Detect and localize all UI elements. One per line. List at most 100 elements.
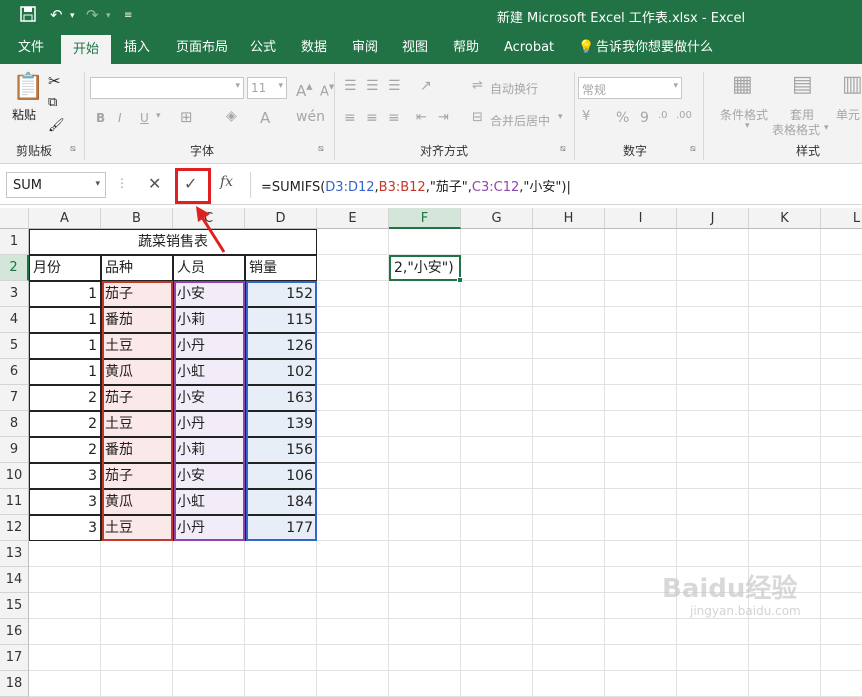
grid-cell[interactable] [677, 359, 749, 385]
grid-cell[interactable] [389, 489, 461, 515]
grid-cell[interactable] [677, 671, 749, 697]
tab-insert[interactable]: 插入 [124, 32, 150, 64]
table-data-cell[interactable]: 139 [245, 411, 317, 437]
column-header-j[interactable]: J [677, 208, 749, 229]
grid-cell[interactable] [29, 567, 101, 593]
grid-cell[interactable] [317, 541, 389, 567]
middle-align-icon[interactable]: ☰ [366, 78, 379, 94]
grid-cell[interactable] [533, 229, 605, 255]
paste-icon[interactable]: 📋 [12, 72, 44, 102]
grid-cell[interactable] [245, 567, 317, 593]
table-header-cell[interactable]: 品种 [101, 255, 173, 281]
grid-cell[interactable] [317, 359, 389, 385]
table-header-cell[interactable]: 月份 [29, 255, 101, 281]
row-header-9[interactable]: 9 [0, 437, 29, 463]
grid-cell[interactable] [749, 333, 821, 359]
grid-cell[interactable] [173, 567, 245, 593]
column-header-e[interactable]: E [317, 208, 389, 229]
grid-cell[interactable] [101, 645, 173, 671]
grid-cell[interactable] [461, 671, 533, 697]
row-header-6[interactable]: 6 [0, 359, 29, 385]
table-data-cell[interactable]: 番茄 [101, 437, 173, 463]
grid-cell[interactable] [317, 567, 389, 593]
table-header-cell[interactable]: 销量 [245, 255, 317, 281]
grid-cell[interactable] [533, 619, 605, 645]
grid-cell[interactable] [533, 385, 605, 411]
grid-cell[interactable] [821, 593, 862, 619]
grid-cell[interactable] [605, 645, 677, 671]
grid-cell[interactable] [677, 333, 749, 359]
grid-cell[interactable] [29, 619, 101, 645]
grid-cell[interactable] [101, 619, 173, 645]
grid-cell[interactable] [749, 671, 821, 697]
grid-cell[interactable] [821, 619, 862, 645]
grid-cell[interactable] [461, 281, 533, 307]
grid-cell[interactable] [749, 437, 821, 463]
grid-cell[interactable] [389, 593, 461, 619]
grid-cell[interactable] [749, 645, 821, 671]
grid-cell[interactable] [29, 541, 101, 567]
table-data-cell[interactable]: 2 [29, 385, 101, 411]
increase-decimal-icon[interactable]: .0 [658, 110, 668, 121]
grid-cell[interactable] [533, 645, 605, 671]
grid-cell[interactable] [29, 671, 101, 697]
conditional-formatting-icon[interactable]: ▦ [732, 72, 753, 97]
grid-cell[interactable] [605, 411, 677, 437]
column-header-a[interactable]: A [29, 208, 101, 229]
grid-cell[interactable] [677, 437, 749, 463]
grid-cell[interactable] [533, 567, 605, 593]
table-data-cell[interactable]: 小莉 [173, 307, 245, 333]
grid-cell[interactable] [29, 593, 101, 619]
select-all-corner[interactable] [0, 208, 29, 229]
grid-cell[interactable] [749, 255, 821, 281]
table-data-cell[interactable]: 126 [245, 333, 317, 359]
grid-cell[interactable] [677, 463, 749, 489]
table-data-cell[interactable]: 3 [29, 463, 101, 489]
orientation-icon[interactable]: ↗ [420, 78, 432, 94]
grid-cell[interactable] [389, 671, 461, 697]
grid-cell[interactable] [389, 463, 461, 489]
cut-icon[interactable]: ✂ [48, 72, 61, 90]
row-header-15[interactable]: 15 [0, 593, 29, 619]
grid-cell[interactable] [389, 567, 461, 593]
grid-cell[interactable] [245, 645, 317, 671]
row-header-13[interactable]: 13 [0, 541, 29, 567]
grid-cell[interactable] [533, 307, 605, 333]
column-header-k[interactable]: K [749, 208, 821, 229]
grid-cell[interactable] [821, 411, 862, 437]
tab-data[interactable]: 数据 [301, 32, 327, 64]
table-data-cell[interactable]: 小莉 [173, 437, 245, 463]
grid-cell[interactable] [605, 437, 677, 463]
grid-cell[interactable] [317, 437, 389, 463]
grid-cell[interactable] [101, 671, 173, 697]
grid-cell[interactable] [821, 489, 862, 515]
percent-button[interactable]: % [616, 110, 629, 126]
font-color-icon[interactable]: A [260, 109, 270, 127]
tab-page-layout[interactable]: 页面布局 [176, 32, 228, 64]
alignment-launcher-icon[interactable]: ⧅ [560, 144, 566, 154]
grid-cell[interactable] [821, 359, 862, 385]
chevron-down-icon[interactable]: ▾ [558, 112, 563, 122]
table-data-cell[interactable]: 小虹 [173, 359, 245, 385]
decrease-decimal-icon[interactable]: .00 [676, 110, 692, 121]
increase-font-icon[interactable]: A▴ [296, 78, 313, 100]
merge-icon[interactable]: ⊟ [472, 110, 483, 125]
tab-file[interactable]: 文件 [18, 32, 44, 64]
grid-cell[interactable] [677, 541, 749, 567]
table-data-cell[interactable]: 106 [245, 463, 317, 489]
grid-cell[interactable] [317, 645, 389, 671]
grid-cell[interactable] [461, 619, 533, 645]
row-header-12[interactable]: 12 [0, 515, 29, 541]
grid-cell[interactable] [533, 489, 605, 515]
grid-cell[interactable] [605, 619, 677, 645]
grid-cell[interactable] [605, 255, 677, 281]
grid-cell[interactable] [245, 541, 317, 567]
grid-cell[interactable] [749, 307, 821, 333]
grid-cell[interactable] [821, 255, 862, 281]
table-data-cell[interactable]: 土豆 [101, 333, 173, 359]
grid-cell[interactable] [533, 437, 605, 463]
merge-center-button[interactable]: 合并后居中 [490, 112, 550, 129]
italic-button[interactable]: I [118, 111, 122, 125]
grid-cell[interactable] [389, 411, 461, 437]
grid-cell[interactable] [605, 541, 677, 567]
